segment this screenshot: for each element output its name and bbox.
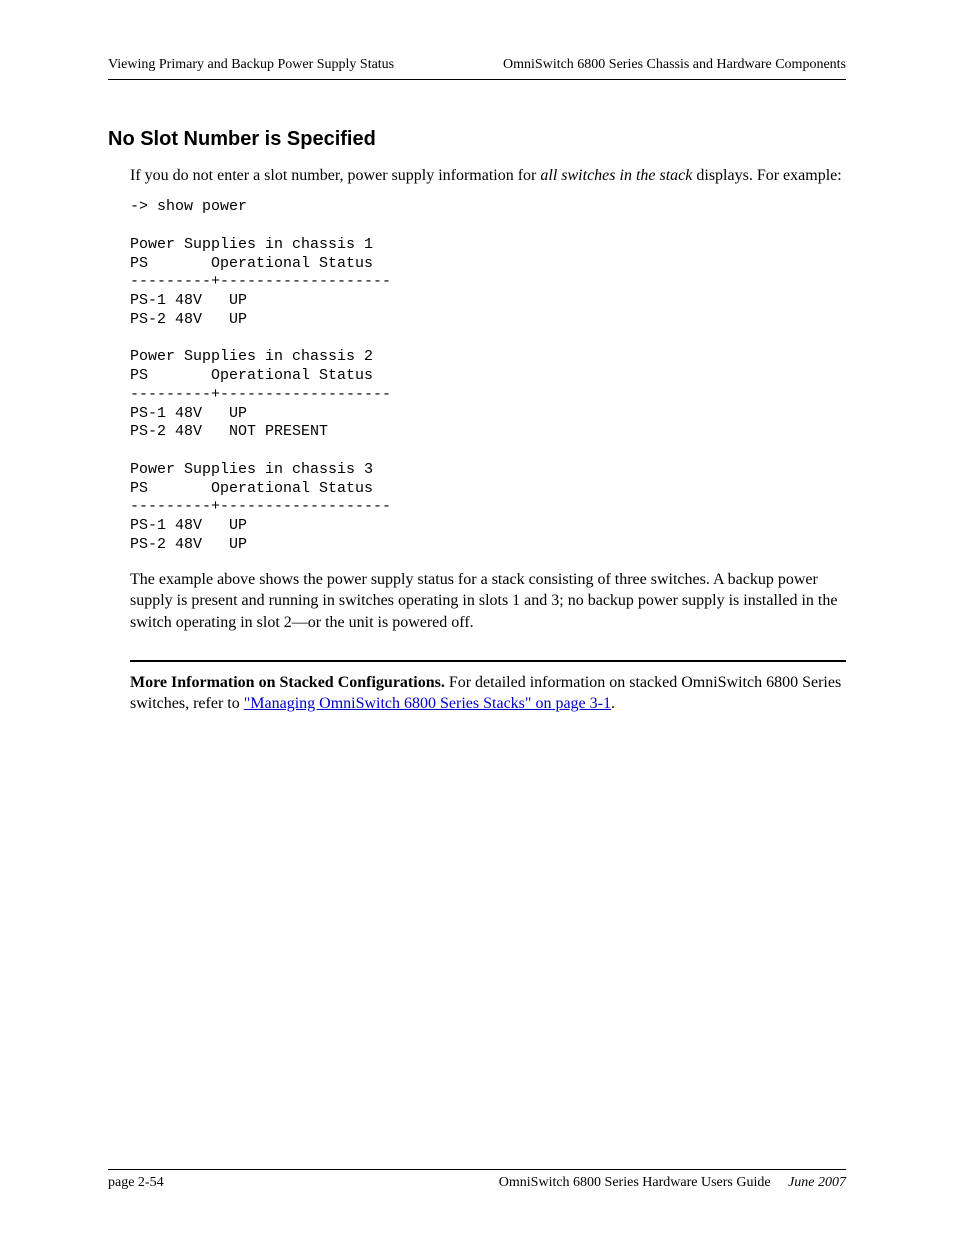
more-info-link[interactable]: "Managing OmniSwitch 6800 Series Stacks"… bbox=[244, 695, 611, 712]
header-right: OmniSwitch 6800 Series Chassis and Hardw… bbox=[503, 56, 846, 75]
divider-rule bbox=[130, 660, 846, 662]
after-code-paragraph: The example above shows the power supply… bbox=[130, 569, 846, 634]
footer-left: page 2-54 bbox=[108, 1174, 164, 1193]
header-left: Viewing Primary and Backup Power Supply … bbox=[108, 56, 394, 75]
intro-pre: If you do not enter a slot number, power… bbox=[130, 167, 540, 184]
page: Viewing Primary and Backup Power Supply … bbox=[0, 0, 954, 1235]
code-block: -> show power Power Supplies in chassis … bbox=[130, 198, 846, 554]
page-header: Viewing Primary and Backup Power Supply … bbox=[108, 56, 846, 80]
intro-italic: all switches in the stack bbox=[540, 167, 692, 184]
footer-right: OmniSwitch 6800 Series Hardware Users Gu… bbox=[499, 1174, 846, 1193]
more-info-bold: More Information on Stacked Configuratio… bbox=[130, 674, 445, 691]
footer-center: OmniSwitch 6800 Series Hardware Users Gu… bbox=[499, 1175, 771, 1190]
intro-paragraph: If you do not enter a slot number, power… bbox=[130, 165, 846, 187]
page-footer: page 2-54 OmniSwitch 6800 Series Hardwar… bbox=[108, 1169, 846, 1193]
intro-post: displays. For example: bbox=[692, 167, 841, 184]
footer-date: June 2007 bbox=[788, 1175, 846, 1190]
more-info-tail: . bbox=[611, 695, 615, 712]
more-info-paragraph: More Information on Stacked Configuratio… bbox=[130, 672, 846, 715]
section-heading: No Slot Number is Specified bbox=[108, 126, 846, 153]
